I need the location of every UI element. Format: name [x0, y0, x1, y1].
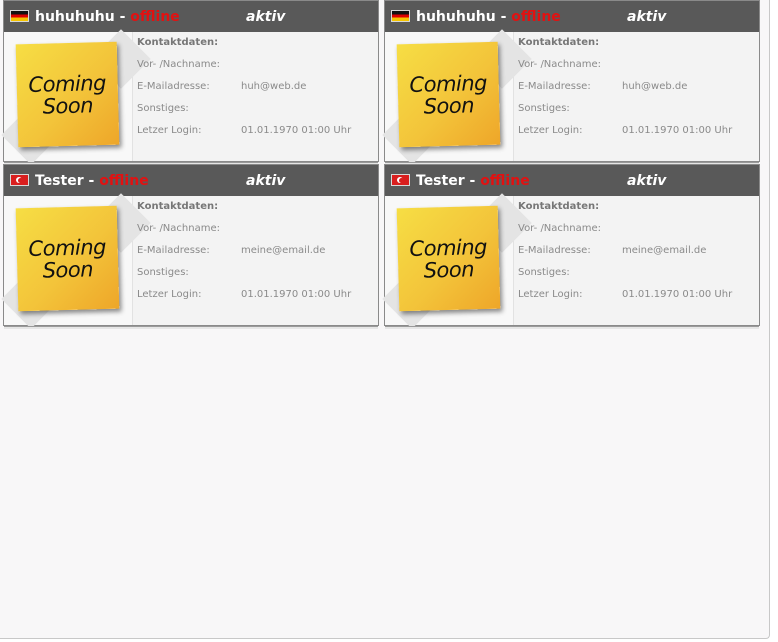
separator: - [114, 9, 131, 25]
misc-label: Sonstiges: [137, 103, 189, 114]
name-label: Vor- /Nachname: [137, 59, 220, 70]
email-label: E-Mailadresse: [137, 81, 210, 92]
online-status: offline [480, 173, 530, 189]
avatar-coming-soon[interactable]: Coming Soon [396, 205, 501, 312]
avatar-column: Coming Soon [1, 29, 151, 165]
separator: - [83, 173, 100, 189]
contact-info: Kontaktdaten: Vor- /Nachname: E-Mailadre… [518, 198, 755, 308]
online-status: offline [511, 9, 561, 25]
last-login-value: 01.01.1970 01:00 Uhr [241, 289, 352, 300]
separator: - [464, 173, 481, 189]
username[interactable]: Tester [416, 173, 465, 189]
avatar-coming-soon[interactable]: Coming Soon [15, 41, 120, 148]
user-card-header: huhuhuhu - offline aktiv [4, 1, 378, 32]
user-card-body: Coming Soon Kontaktdaten: Vor- /Nachname:… [382, 193, 759, 329]
germany-flag-icon [10, 10, 29, 22]
user-card-body: Coming Soon Kontaktdaten: Vor- /Nachname:… [382, 29, 759, 165]
avatar-coming-soon[interactable]: Coming Soon [396, 41, 501, 148]
contact-info: Kontaktdaten: Vor- /Nachname: E-Mailadre… [137, 34, 374, 144]
account-state: aktiv [627, 173, 667, 189]
contact-section-title: Kontaktdaten: [518, 201, 600, 212]
account-state: aktiv [246, 173, 286, 189]
contact-section-title: Kontaktdaten: [518, 37, 600, 48]
user-card-header: huhuhuhu - offline aktiv [385, 1, 759, 32]
email-value[interactable]: meine@email.de [241, 242, 325, 260]
name-label: Vor- /Nachname: [518, 223, 601, 234]
user-title: Tester - offline [416, 173, 530, 189]
separator: - [495, 9, 512, 25]
misc-label: Sonstiges: [137, 267, 189, 278]
last-login-label: Letzer Login: [518, 289, 583, 300]
username[interactable]: huhuhuhu [35, 9, 115, 25]
online-status: offline [99, 173, 149, 189]
username[interactable]: huhuhuhu [416, 9, 496, 25]
account-state: aktiv [246, 9, 286, 25]
misc-label: Sonstiges: [518, 103, 570, 114]
account-state: aktiv [627, 9, 667, 25]
last-login-label: Letzer Login: [137, 125, 202, 136]
user-card-body: Coming Soon Kontaktdaten: Vor- /Nachname:… [1, 29, 378, 165]
user-card-header: Tester - offline aktiv [4, 165, 378, 196]
user-title: Tester - offline [35, 173, 149, 189]
last-login-value: 01.01.1970 01:00 Uhr [622, 289, 733, 300]
contact-section-title: Kontaktdaten: [137, 37, 219, 48]
avatar-column: Coming Soon [1, 193, 151, 329]
email-label: E-Mailadresse: [137, 245, 210, 256]
turkey-flag-icon [10, 174, 29, 186]
user-title: huhuhuhu - offline [416, 9, 561, 25]
germany-flag-icon [391, 10, 410, 22]
user-card: Tester - offline aktiv Coming Soon Kontak… [382, 164, 760, 329]
contact-info: Kontaktdaten: Vor- /Nachname: E-Mailadre… [518, 34, 755, 144]
misc-label: Sonstiges: [518, 267, 570, 278]
name-label: Vor- /Nachname: [518, 59, 601, 70]
email-label: E-Mailadresse: [518, 81, 591, 92]
user-title: huhuhuhu - offline [35, 9, 180, 25]
email-label: E-Mailadresse: [518, 245, 591, 256]
turkey-flag-icon [391, 174, 410, 186]
email-value[interactable]: huh@web.de [241, 78, 306, 96]
user-card: huhuhuhu - offline aktiv Coming Soon Kont… [1, 0, 379, 165]
contact-info: Kontaktdaten: Vor- /Nachname: E-Mailadre… [137, 198, 374, 308]
avatar-column: Coming Soon [382, 29, 532, 165]
avatar-coming-soon[interactable]: Coming Soon [15, 205, 120, 312]
last-login-label: Letzer Login: [518, 125, 583, 136]
email-value[interactable]: meine@email.de [622, 242, 706, 260]
last-login-value: 01.01.1970 01:00 Uhr [241, 125, 352, 136]
online-status: offline [130, 9, 180, 25]
email-value[interactable]: huh@web.de [622, 78, 687, 96]
user-card-body: Coming Soon Kontaktdaten: Vor- /Nachname:… [1, 193, 378, 329]
page-background: huhuhuhu - offline aktiv Coming Soon Kont… [0, 0, 770, 639]
user-card: huhuhuhu - offline aktiv Coming Soon Kont… [382, 0, 760, 165]
user-card: Tester - offline aktiv Coming Soon Kontak… [1, 164, 379, 329]
contact-section-title: Kontaktdaten: [137, 201, 219, 212]
username[interactable]: Tester [35, 173, 84, 189]
name-label: Vor- /Nachname: [137, 223, 220, 234]
last-login-value: 01.01.1970 01:00 Uhr [622, 125, 733, 136]
user-card-header: Tester - offline aktiv [385, 165, 759, 196]
last-login-label: Letzer Login: [137, 289, 202, 300]
avatar-column: Coming Soon [382, 193, 532, 329]
